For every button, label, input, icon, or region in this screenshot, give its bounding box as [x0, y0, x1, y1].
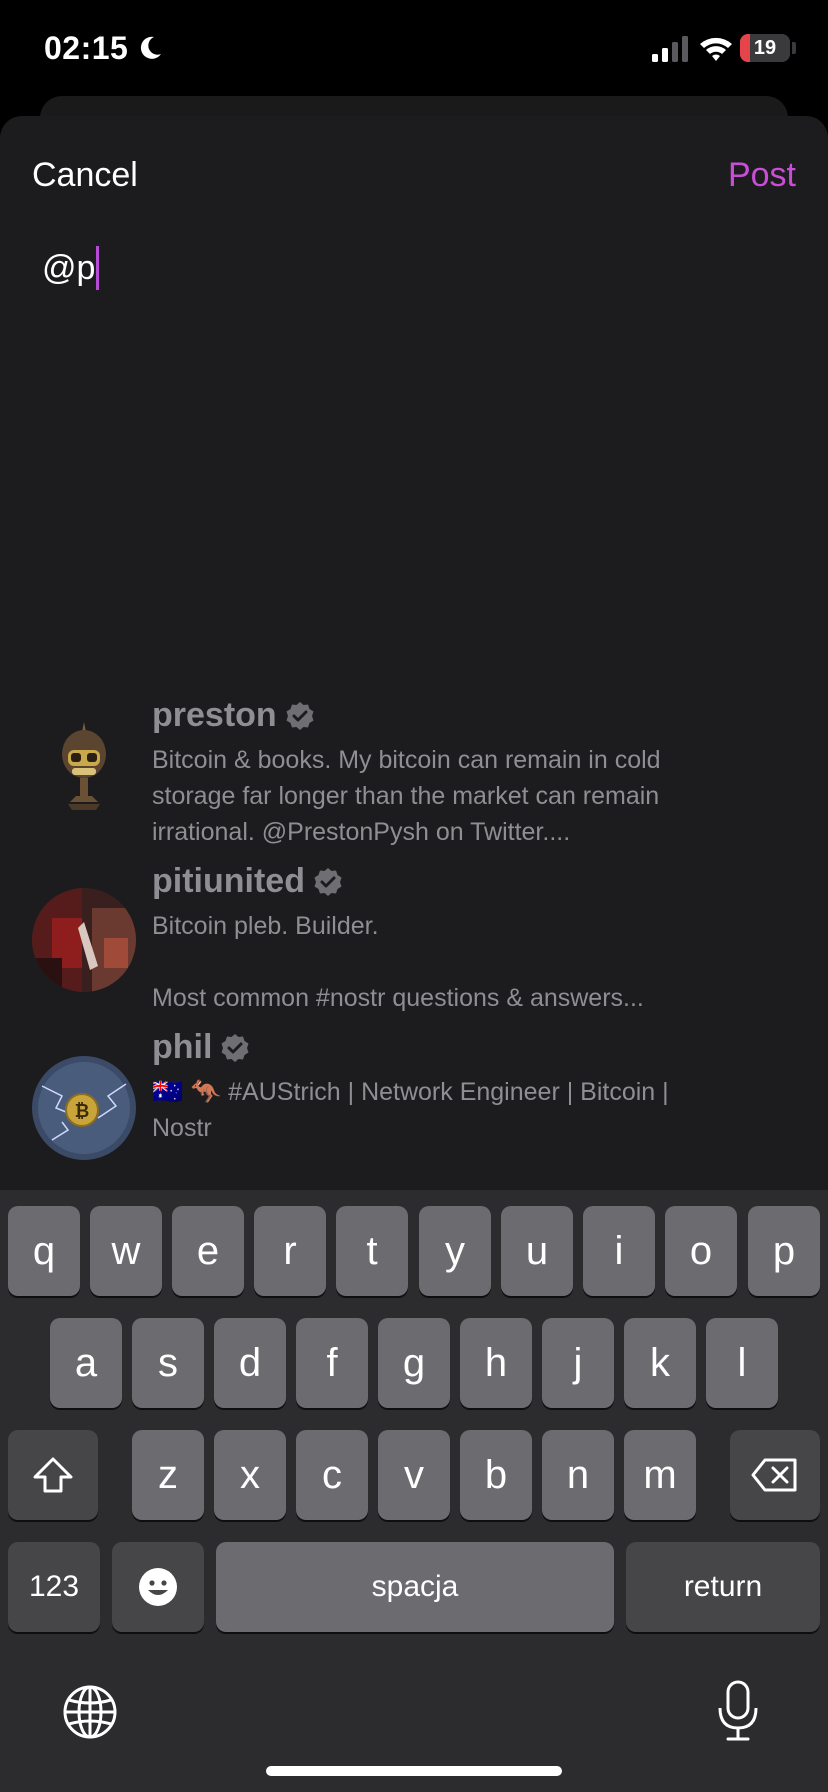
suggestion-item-phil[interactable]: ₿ phil 🇦🇺 🦘 #AUStrich | Network Engineer…	[0, 1028, 828, 1160]
microphone-icon[interactable]	[716, 1680, 760, 1742]
key-b[interactable]: b	[460, 1430, 532, 1520]
key-n[interactable]: n	[542, 1430, 614, 1520]
bitcoin-storm-avatar-icon: ₿	[32, 1056, 136, 1160]
key-i[interactable]: i	[583, 1206, 655, 1296]
post-text-input[interactable]: @p	[42, 238, 782, 298]
user-name-text: phil	[152, 1028, 213, 1066]
key-w[interactable]: w	[90, 1206, 162, 1296]
wifi-icon	[700, 37, 732, 61]
key-k[interactable]: k	[624, 1318, 696, 1408]
key-g[interactable]: g	[378, 1318, 450, 1408]
status-bar: 02:15 19	[0, 0, 828, 100]
user-name-text: preston	[152, 696, 277, 734]
key-o[interactable]: o	[665, 1206, 737, 1296]
key-m[interactable]: m	[624, 1430, 696, 1520]
keyboard: q w e r t y u i o p a s d f g h j k l z …	[0, 1190, 828, 1792]
suggestion-item-pitiunited[interactable]: pitiunited Bitcoin pleb. Builder. Most c…	[0, 862, 828, 1012]
shift-icon	[33, 1457, 73, 1493]
suggestion-name: pitiunited	[152, 862, 343, 901]
moon-icon	[140, 36, 161, 59]
compose-sheet: Cancel Post @p preston Bitcoin & books. …	[0, 116, 828, 1192]
avatar: ₿	[32, 1056, 136, 1160]
status-time: 02:15	[44, 30, 129, 66]
post-text: @p	[42, 248, 96, 287]
numbers-key[interactable]: 123	[8, 1542, 100, 1632]
suggestion-bio: Bitcoin & books. My bitcoin can remain i…	[152, 746, 668, 846]
suggestion-name: preston	[152, 696, 315, 735]
return-key[interactable]: return	[626, 1542, 820, 1632]
key-x[interactable]: x	[214, 1430, 286, 1520]
key-s[interactable]: s	[132, 1318, 204, 1408]
space-key[interactable]: spacja	[216, 1542, 614, 1632]
user-name-text: pitiunited	[152, 862, 305, 900]
key-q[interactable]: q	[8, 1206, 80, 1296]
globe-icon[interactable]	[62, 1684, 118, 1740]
key-v[interactable]: v	[378, 1430, 450, 1520]
post-button[interactable]: Post	[728, 156, 796, 195]
svg-text:₿: ₿	[75, 1101, 90, 1122]
key-j[interactable]: j	[542, 1318, 614, 1408]
battery-indicator: 19	[740, 34, 790, 62]
backspace-key[interactable]	[730, 1430, 820, 1520]
suggestion-name: phil	[152, 1028, 250, 1067]
key-u[interactable]: u	[501, 1206, 573, 1296]
key-h[interactable]: h	[460, 1318, 532, 1408]
home-indicator	[266, 1766, 562, 1776]
verified-icon	[286, 701, 314, 730]
key-c[interactable]: c	[296, 1430, 368, 1520]
verified-icon	[314, 867, 342, 896]
avatar	[32, 720, 136, 824]
suggestion-bio: Bitcoin pleb. Builder. Most common #nost…	[152, 912, 644, 1012]
battery-label: 19	[753, 37, 777, 59]
battery-tip	[792, 42, 796, 54]
key-t[interactable]: t	[336, 1206, 408, 1296]
key-d[interactable]: d	[214, 1318, 286, 1408]
screen: 02:15 19 Cancel Post @p preston Bitcoin …	[0, 0, 828, 1792]
emoji-key[interactable]	[112, 1542, 204, 1632]
robot-avatar-icon	[62, 722, 106, 810]
signal-icon	[652, 36, 688, 62]
avatar	[32, 888, 136, 992]
cancel-button[interactable]: Cancel	[32, 156, 138, 195]
key-e[interactable]: e	[172, 1206, 244, 1296]
key-l[interactable]: l	[706, 1318, 778, 1408]
key-p[interactable]: p	[748, 1206, 820, 1296]
text-caret	[96, 246, 100, 290]
emoji-icon	[139, 1568, 177, 1606]
pixel-art-avatar-icon	[32, 888, 136, 992]
key-y[interactable]: y	[419, 1206, 491, 1296]
suggestion-item-preston[interactable]: preston Bitcoin & books. My bitcoin can …	[0, 696, 828, 846]
backspace-icon	[751, 1458, 797, 1492]
verified-icon	[221, 1033, 249, 1062]
key-f[interactable]: f	[296, 1318, 368, 1408]
shift-key[interactable]	[8, 1430, 98, 1520]
suggestion-bio: 🇦🇺 🦘 #AUStrich | Network Engineer | Bitc…	[152, 1078, 676, 1142]
key-r[interactable]: r	[254, 1206, 326, 1296]
key-z[interactable]: z	[132, 1430, 204, 1520]
key-a[interactable]: a	[50, 1318, 122, 1408]
